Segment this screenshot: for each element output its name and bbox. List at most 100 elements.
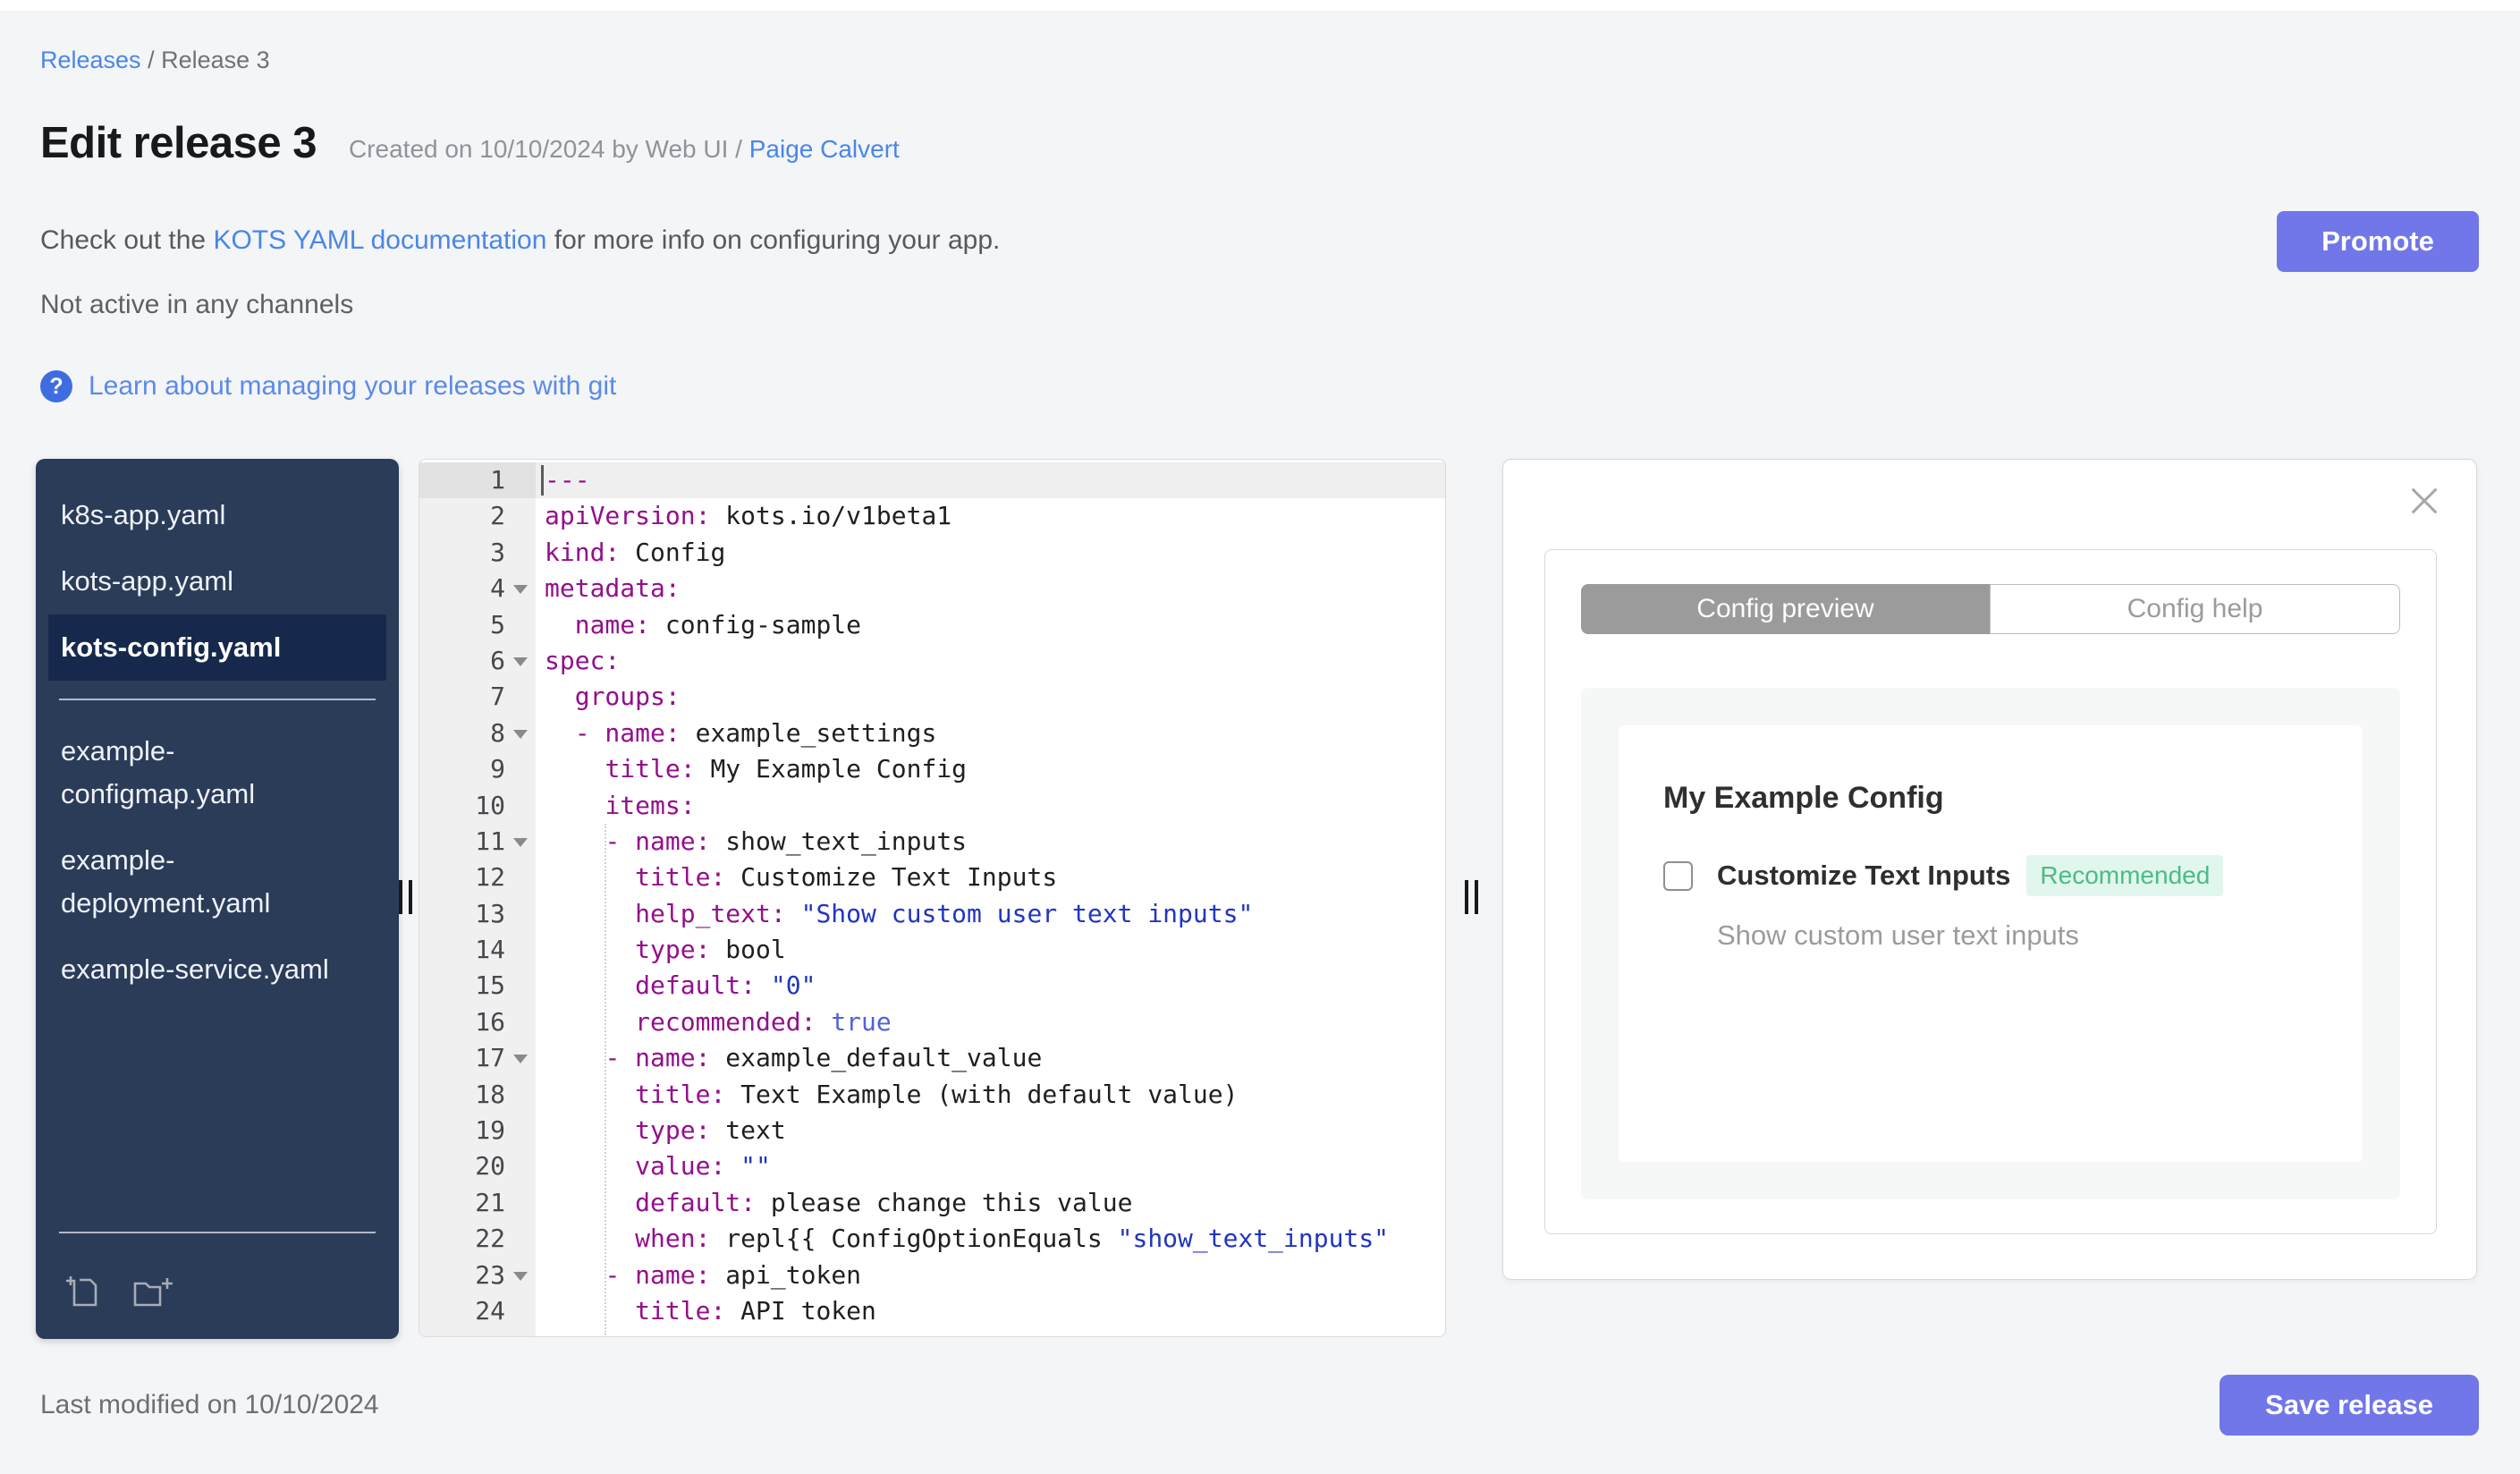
code-line: 15 default: "0" [419,968,1445,1004]
file-list-top: k8s-app.yaml kots-app.yaml kots-config.yam… [36,482,399,681]
code-cell[interactable]: --- [536,462,1445,499]
config-preview-area: My Example Config Customize Text Inputs … [1581,688,2400,1199]
recommended-badge: Recommended [2026,855,2224,896]
config-item-row: Customize Text Inputs Recommended [1663,855,2318,896]
gutter-cell: 4 [419,571,536,607]
code-cell[interactable]: spec: [536,643,1445,679]
code-cell[interactable]: type: password [536,1329,1445,1336]
line-number: 3 [490,537,505,567]
sidebar-resize-handle[interactable] [399,880,412,914]
gutter-cell: 5 [419,606,536,643]
code-cell[interactable]: - name: show_text_inputs [536,824,1445,860]
fold-arrow-icon[interactable] [513,585,528,595]
code-cell[interactable]: - name: example_settings [536,716,1445,751]
sidebar-file-example-deployment.yaml[interactable]: example-deployment.yaml [48,827,343,936]
code-cell[interactable]: name: config-sample [536,607,1445,643]
gutter-cell: 18 [419,1076,536,1114]
gutter-cell: 9 [419,751,536,788]
code-line: 9 title: My Example Config [419,751,1445,788]
line-number: 16 [475,1006,505,1037]
config-group-title: My Example Config [1663,781,1944,815]
line-number: 1 [490,465,505,495]
code-cell[interactable]: help_text: "Show custom user text inputs… [536,896,1445,932]
created-by-link[interactable]: Paige Calvert [749,135,900,163]
code-line: 12 title: Customize Text Inputs [419,860,1445,896]
gutter-cell: 7 [419,679,536,716]
gutter-cell: 15 [419,968,536,1004]
save-release-button[interactable]: Save release [2220,1375,2479,1436]
code-cell[interactable]: title: My Example Config [536,751,1445,787]
fold-arrow-icon[interactable] [513,657,528,666]
created-text: Created on 10/10/2024 by Web UI / [348,135,749,163]
code-cell[interactable]: type: text [536,1113,1445,1148]
sidebar-bottom-divider [59,1232,376,1233]
line-number: 12 [475,862,505,893]
gutter-cell: 19 [419,1113,536,1149]
add-file-button[interactable] [63,1271,104,1312]
breadcrumb-separator: / [140,47,162,73]
file-list-bottom: example-configmap.yaml example-deployment… [36,718,399,1003]
sidebar-file-k8s-app.yaml[interactable]: k8s-app.yaml [48,482,386,548]
code-cell[interactable]: title: Text Example (with default value) [536,1077,1445,1113]
line-number: 25 [419,1329,536,1336]
code-cell[interactable]: recommended: true [536,1004,1445,1040]
code-cell[interactable]: - name: api_token [536,1258,1445,1293]
code-cell[interactable]: type: bool [536,932,1445,968]
config-item-label: Customize Text Inputs [1717,860,2011,891]
customize-text-inputs-checkbox[interactable] [1663,860,1693,891]
page-title: Edit release 3 [40,119,317,167]
code-cell[interactable]: kind: Config [536,535,1445,571]
close-panel-button[interactable] [2406,483,2442,519]
code-cell[interactable]: - name: example_default_value [536,1040,1445,1076]
code-cell[interactable]: when: repl{{ ConfigOptionEquals "show_te… [536,1221,1445,1257]
code-cell[interactable]: default: please change this value [536,1185,1445,1221]
code-line: 25 type: password [419,1329,1445,1336]
add-folder-icon [133,1278,173,1307]
line-number: 15 [475,970,505,1001]
add-file-icon [66,1276,97,1307]
sidebar-file-kots-app.yaml[interactable]: kots-app.yaml [48,548,386,614]
add-folder-button[interactable] [131,1271,175,1312]
breadcrumb-releases-link[interactable]: Releases [40,47,141,73]
code-cell[interactable]: groups: [536,679,1445,715]
gutter-cell: 11 [419,823,536,860]
promote-button[interactable]: Promote [2277,211,2479,272]
code-line: 13 help_text: "Show custom user text inp… [419,895,1445,933]
sidebar-file-example-configmap.yaml[interactable]: example-configmap.yaml [48,718,343,827]
panel-resize-handle[interactable] [1465,880,1478,914]
code-cell[interactable]: default: "0" [536,968,1445,1004]
line-number: 14 [475,935,505,965]
fold-arrow-icon[interactable] [513,1271,528,1281]
fold-arrow-icon[interactable] [513,729,528,739]
kots-yaml-docs-link[interactable]: KOTS YAML documentation [213,225,546,255]
fold-arrow-icon[interactable] [513,1055,528,1064]
code-cell[interactable]: value: "" [536,1148,1445,1184]
line-number: 9 [490,754,505,784]
breadcrumb-current: Release 3 [161,47,270,73]
tab-config-preview[interactable]: Config preview [1581,584,1990,634]
code-cell[interactable]: title: Customize Text Inputs [536,860,1445,895]
code-cell[interactable]: items: [536,788,1445,824]
code-lines: 1 --- 2 apiVersion: kots.io/v1beta1 3 kind: C… [419,460,1445,1336]
code-cell[interactable]: apiVersion: kots.io/v1beta1 [536,498,1445,534]
code-line: 18 title: Text Example (with default val… [419,1076,1445,1114]
tab-config-help[interactable]: Config help [1990,584,2400,634]
code-line: 5 name: config-sample [419,606,1445,643]
line-number: 24 [475,1295,505,1326]
git-releases-link[interactable]: ? Learn about managing your releases wit… [40,370,616,402]
gutter-cell: 23 [419,1257,536,1293]
gutter-cell: 6 [419,642,536,680]
sidebar-file-example-service.yaml[interactable]: example-service.yaml [48,936,343,1003]
code-cell[interactable]: title: API token [536,1293,1445,1329]
code-line: 21 default: please change this value [419,1184,1445,1222]
sidebar-file-kots-config.yaml[interactable]: kots-config.yaml [48,614,386,681]
breadcrumb: Releases / Release 3 [40,47,270,74]
yaml-editor[interactable]: 1 --- 2 apiVersion: kots.io/v1beta1 3 kind: C… [419,459,1446,1337]
fold-arrow-icon[interactable] [513,837,528,847]
config-preview-card: Config preview Config help My Example Con… [1544,549,2437,1234]
docs-suffix: for more info on configuring your app. [546,225,1001,255]
code-line: 1 --- [419,462,1445,499]
code-cell[interactable]: metadata: [536,571,1445,606]
text-cursor [541,465,544,496]
gutter-cell: 25 [419,1329,536,1336]
